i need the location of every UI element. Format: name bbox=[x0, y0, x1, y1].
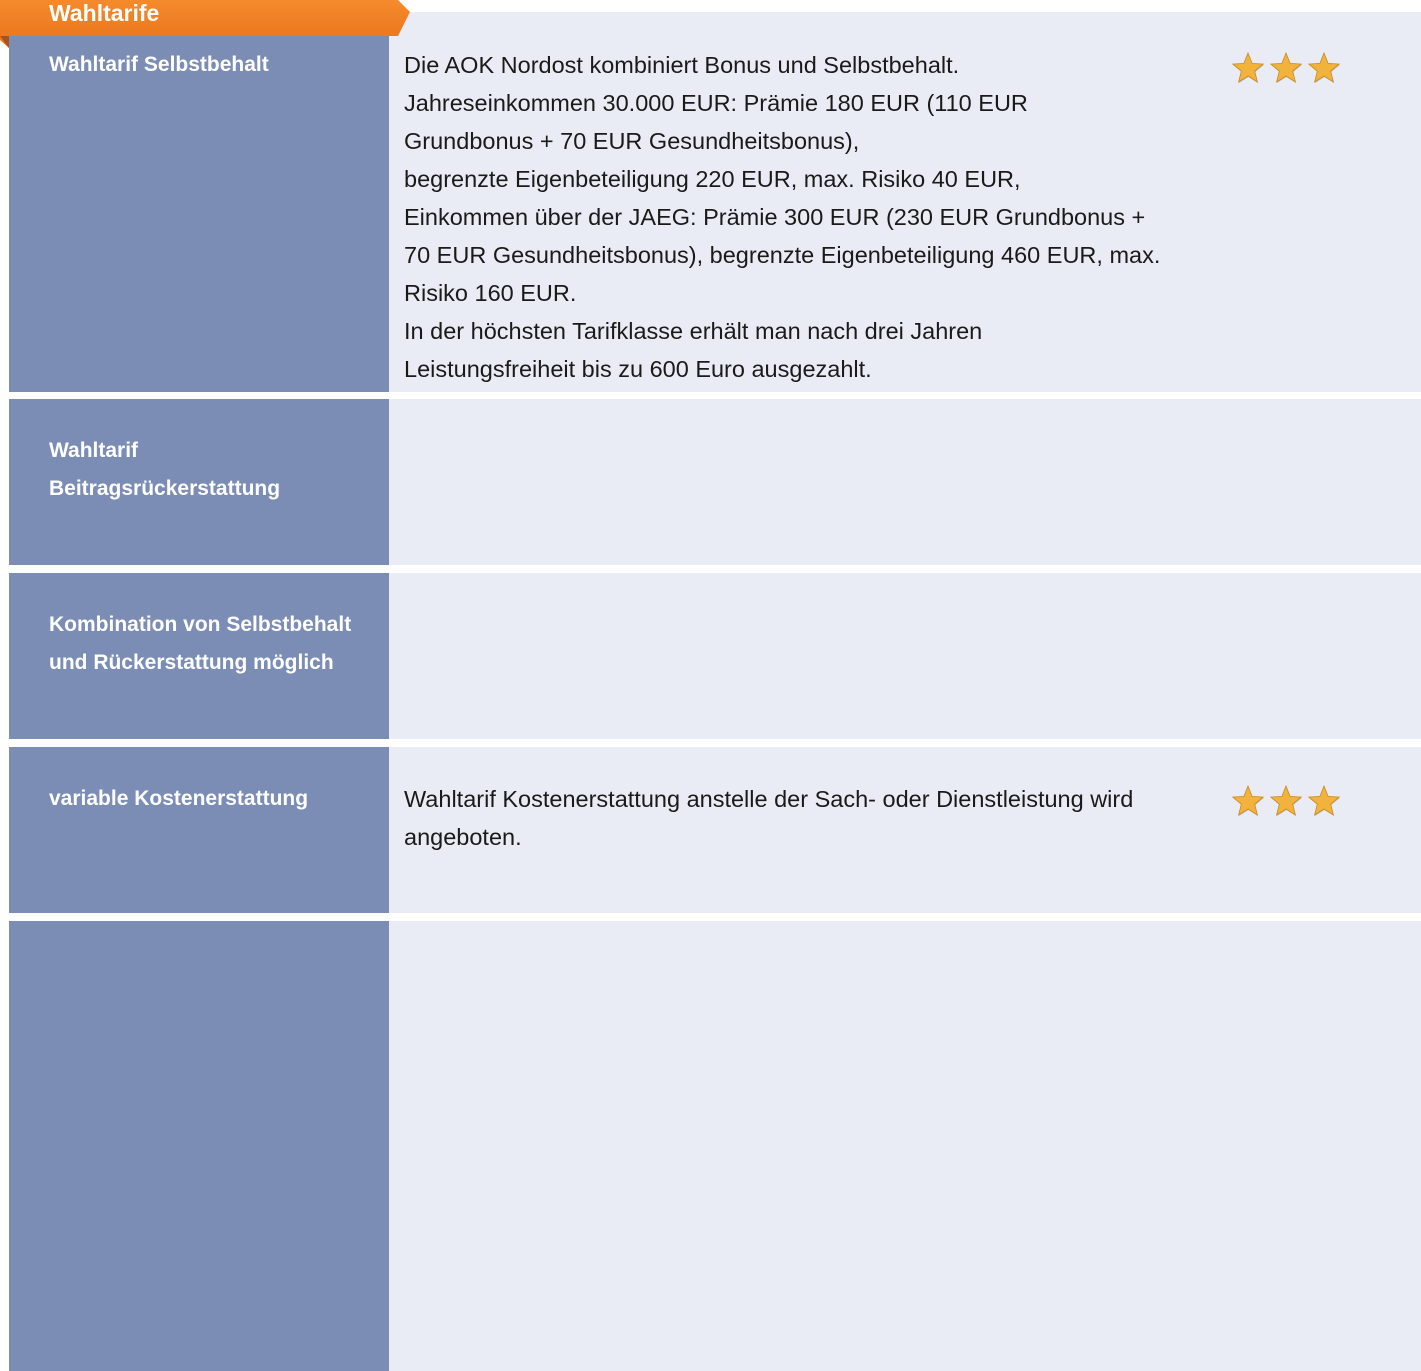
description-line: Wahltarif Kostenerstattung anstelle der … bbox=[404, 786, 1134, 812]
row-label: Wahltarif Selbstbehalt bbox=[49, 53, 269, 76]
star-icon bbox=[1307, 51, 1341, 83]
table-row-selbstbehalt: Wahltarif Selbstbehalt Die AOK Nordost k… bbox=[9, 12, 1421, 392]
description-line: Grundbonus + 70 EUR Gesundheitsbonus), bbox=[404, 128, 860, 154]
star-rating bbox=[1231, 51, 1341, 85]
description-line: Einkommen über der JAEG: Prämie 300 EUR … bbox=[404, 204, 1146, 230]
tariff-comparison-page: Wahltarife Wahltarif Selbstbehalt Die AO… bbox=[0, 0, 1421, 1371]
description-line: Die AOK Nordost kombiniert Bonus und Sel… bbox=[404, 52, 960, 78]
star-icon bbox=[1307, 784, 1341, 816]
row-label-line: Kombination von Selbstbehalt bbox=[49, 613, 352, 636]
row-description: Die AOK Nordost kombiniert Bonus und Sel… bbox=[404, 46, 1224, 388]
row-label-line: Beitragsrückerstattung bbox=[49, 477, 281, 500]
row-label-line: und Rückerstattung möglich bbox=[49, 651, 334, 674]
table-row-kombination: Kombination von Selbstbehalt und Rückers… bbox=[9, 573, 1421, 739]
star-rating bbox=[1231, 784, 1341, 818]
table-row-beitragsrueckerstattung: Wahltarif Beitragsrückerstattung bbox=[9, 399, 1421, 565]
description-line: begrenzte Eigenbeteiligung 220 EUR, max.… bbox=[404, 166, 1021, 192]
row-content-cell: Wahltarif Kostenerstattung anstelle der … bbox=[389, 747, 1421, 913]
section-title: Wahltarife bbox=[49, 0, 160, 26]
row-content-cell bbox=[389, 921, 1421, 1371]
description-line: Risiko 160 EUR. bbox=[404, 280, 577, 306]
description-line: In der höchsten Tarifklasse erhält man n… bbox=[404, 318, 983, 344]
row-content-cell bbox=[389, 573, 1421, 739]
row-label-cell: variable Kostenerstattung bbox=[9, 747, 389, 913]
star-icon bbox=[1231, 784, 1265, 816]
row-label-line: Wahltarif bbox=[49, 439, 139, 462]
section-header-tab: Wahltarife bbox=[0, 0, 410, 48]
row-content-cell bbox=[389, 399, 1421, 565]
description-line: Leistungsfreiheit bis zu 600 Euro ausgez… bbox=[404, 356, 872, 382]
star-icon bbox=[1269, 51, 1303, 83]
row-label-cell: Wahltarif Selbstbehalt bbox=[9, 12, 389, 392]
star-icon bbox=[1231, 51, 1265, 83]
description-line: angeboten. bbox=[404, 824, 522, 850]
row-label: variable Kostenerstattung bbox=[49, 787, 309, 810]
row-label-cell bbox=[9, 921, 389, 1371]
row-label-cell: Kombination von Selbstbehalt und Rückers… bbox=[9, 573, 389, 739]
star-icon bbox=[1269, 784, 1303, 816]
description-line: Jahreseinkommen 30.000 EUR: Prämie 180 E… bbox=[404, 90, 1028, 116]
row-content-cell: Die AOK Nordost kombiniert Bonus und Sel… bbox=[389, 12, 1421, 392]
description-line: 70 EUR Gesundheitsbonus), begrenzte Eige… bbox=[404, 242, 1161, 268]
table-row-empty bbox=[9, 921, 1421, 1371]
row-description: Wahltarif Kostenerstattung anstelle der … bbox=[404, 780, 1224, 856]
table-row-kostenerstattung: variable Kostenerstattung Wahltarif Kost… bbox=[9, 747, 1421, 913]
row-label-cell: Wahltarif Beitragsrückerstattung bbox=[9, 399, 389, 565]
